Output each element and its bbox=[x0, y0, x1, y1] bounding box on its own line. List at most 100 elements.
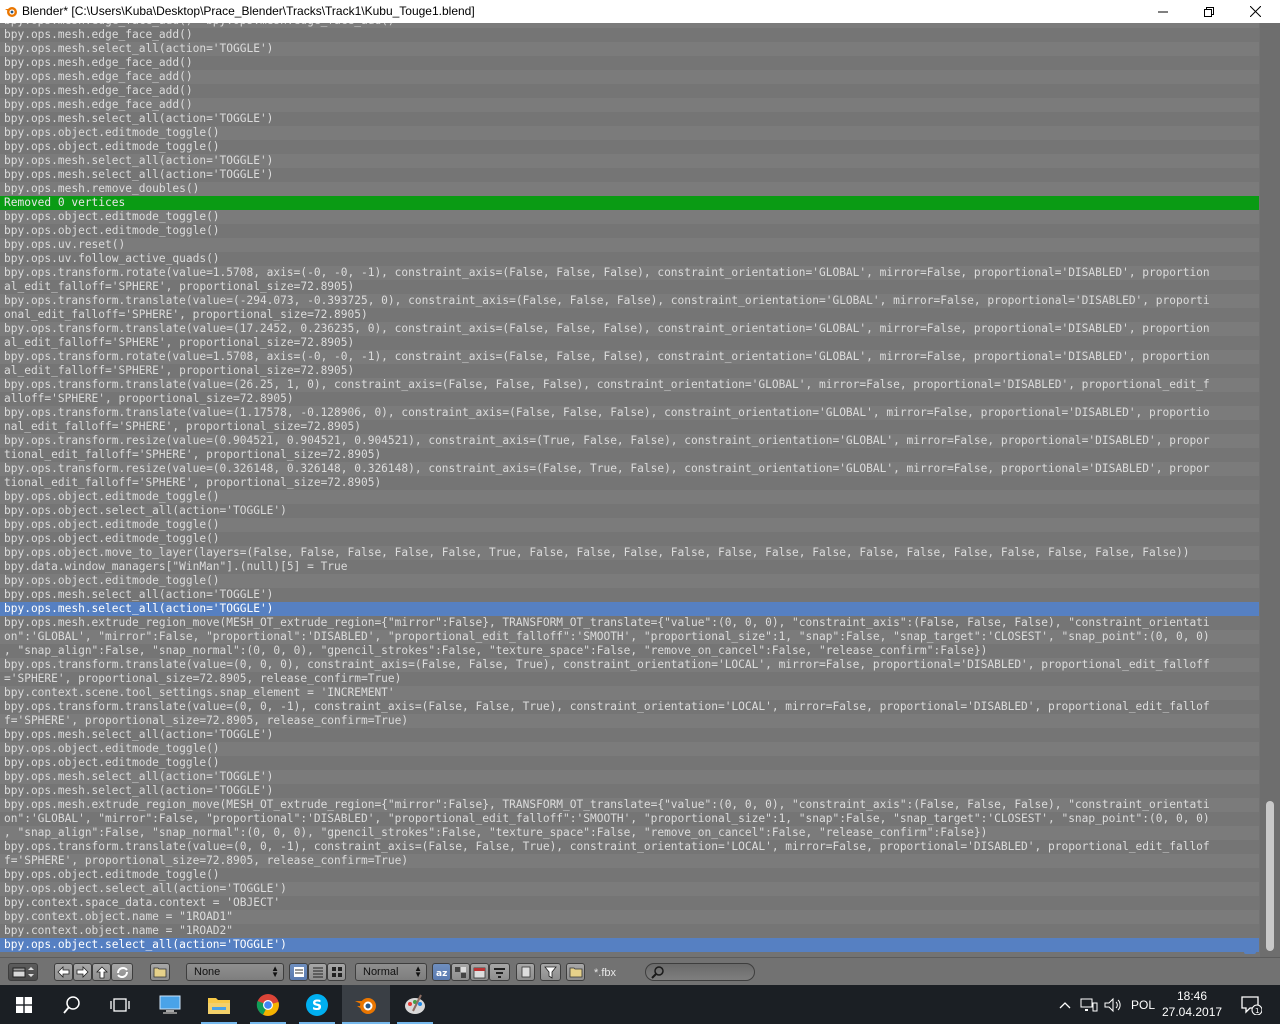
log-line[interactable]: bpy.ops.mesh.select_all(action='TOGGLE') bbox=[0, 42, 1259, 56]
filter-toggle-button[interactable] bbox=[540, 963, 561, 981]
taskbar-app-paint[interactable] bbox=[391, 985, 439, 1024]
language-indicator[interactable]: POL bbox=[1126, 985, 1160, 1024]
log-line[interactable]: bpy.ops.object.editmode_toggle() bbox=[0, 126, 1259, 140]
hide-dot-files-button[interactable] bbox=[516, 963, 535, 981]
log-line[interactable]: bpy.ops.transform.resize(value=(0.326148… bbox=[0, 462, 1259, 476]
log-line[interactable]: bpy.ops.object.editmode_toggle() bbox=[0, 224, 1259, 238]
log-line[interactable]: bpy.ops.object.editmode_toggle() bbox=[0, 574, 1259, 588]
log-line[interactable]: alloff='SPHERE', proportional_size=72.89… bbox=[0, 392, 1259, 406]
log-line[interactable]: bpy.ops.transform.translate(value=(1.175… bbox=[0, 406, 1259, 420]
start-button[interactable] bbox=[0, 985, 48, 1024]
log-line-selected[interactable]: bpy.ops.object.select_all(action='TOGGLE… bbox=[0, 938, 1259, 952]
log-line[interactable]: bpy.ops.mesh.extrude_region_move(MESH_OT… bbox=[0, 798, 1259, 812]
log-scrollbar[interactable] bbox=[1260, 23, 1280, 957]
log-line[interactable]: on":'GLOBAL', "mirror":False, "proportio… bbox=[0, 630, 1259, 644]
log-line[interactable]: onal_edit_falloff='SPHERE', proportional… bbox=[0, 308, 1259, 322]
back-button[interactable] bbox=[54, 963, 73, 981]
log-line[interactable]: bpy.ops.uv.follow_active_quads() bbox=[0, 252, 1259, 266]
log-line[interactable]: bpy.ops.mesh.edge_face_add() bbox=[0, 56, 1259, 70]
sort-extension-button[interactable] bbox=[451, 963, 470, 981]
refresh-button[interactable] bbox=[111, 963, 133, 981]
search-input[interactable] bbox=[645, 963, 755, 981]
log-line[interactable]: bpy.ops.mesh.select_all(action='TOGGLE') bbox=[0, 588, 1259, 602]
log-line[interactable]: bpy.ops.object.editmode_toggle() bbox=[0, 532, 1259, 546]
log-line[interactable]: bpy.ops.object.editmode_toggle() bbox=[0, 140, 1259, 154]
filter-type-select[interactable]: None ▲ ▼ bbox=[186, 963, 284, 981]
log-line[interactable]: bpy.ops.transform.translate(value=(0, 0,… bbox=[0, 658, 1259, 672]
log-line[interactable]: bpy.ops.mesh.edge_face_add() bbox=[0, 28, 1259, 42]
sort-alpha-button[interactable]: az bbox=[432, 963, 451, 981]
log-line[interactable]: bpy.ops.uv.reset() bbox=[0, 238, 1259, 252]
display-thumbnails-button[interactable] bbox=[327, 963, 346, 981]
new-directory-button[interactable] bbox=[150, 963, 170, 981]
log-line[interactable]: al_edit_falloff='SPHERE', proportional_s… bbox=[0, 280, 1259, 294]
log-line[interactable]: bpy.ops.mesh.select_all(action='TOGGLE') bbox=[0, 168, 1259, 182]
log-line[interactable]: f='SPHERE', proportional_size=72.8905, r… bbox=[0, 854, 1259, 868]
scrollbar-thumb[interactable] bbox=[1266, 801, 1274, 951]
log-line[interactable]: bpy.ops.object.editmode_toggle() bbox=[0, 210, 1259, 224]
log-line[interactable]: bpy.ops.object.select_all(action='TOGGLE… bbox=[0, 882, 1259, 896]
log-line[interactable]: bpy.ops.transform.translate(value=(17.24… bbox=[0, 322, 1259, 336]
search-taskbar-button[interactable] bbox=[48, 985, 96, 1024]
log-line[interactable]: bpy.ops.object.move_to_layer(layers=(Fal… bbox=[0, 546, 1259, 560]
log-line[interactable]: , "snap_align":False, "snap_normal":(0, … bbox=[0, 644, 1259, 658]
sort-time-button[interactable] bbox=[470, 963, 489, 981]
log-line[interactable]: bpy.ops.transform.rotate(value=1.5708, a… bbox=[0, 350, 1259, 364]
log-line[interactable]: bpy.ops.mesh.extrude_region_move(MESH_OT… bbox=[0, 616, 1259, 630]
log-line[interactable]: bpy.ops.mesh.edge_face_add() bbox=[0, 98, 1259, 112]
log-line[interactable]: bpy.ops.object.editmode_toggle() bbox=[0, 868, 1259, 882]
filter-folder-button[interactable] bbox=[566, 963, 585, 981]
log-line[interactable]: bpy.ops.object.editmode_toggle() bbox=[0, 518, 1259, 532]
log-line[interactable]: tional_edit_falloff='SPHERE', proportion… bbox=[0, 448, 1259, 462]
log-line[interactable]: ='SPHERE', proportional_size=72.8905, re… bbox=[0, 672, 1259, 686]
log-line[interactable]: bpy.ops.mesh.remove_doubles() bbox=[0, 182, 1259, 196]
log-line[interactable]: bpy.ops.transform.translate(value=(0, 0,… bbox=[0, 700, 1259, 714]
taskbar-clock[interactable]: 18:46 27.04.2017 bbox=[1162, 988, 1222, 1020]
parent-dir-button[interactable] bbox=[92, 963, 111, 981]
display-size-select[interactable]: Normal ▲ ▼ bbox=[355, 963, 427, 981]
close-button[interactable] bbox=[1232, 0, 1278, 23]
display-long-list-button[interactable] bbox=[308, 963, 327, 981]
log-line-selected[interactable]: bpy.ops.mesh.select_all(action='TOGGLE') bbox=[0, 602, 1259, 616]
log-line[interactable]: , "snap_align":False, "snap_normal":(0, … bbox=[0, 826, 1259, 840]
sort-size-button[interactable] bbox=[489, 963, 510, 981]
log-line[interactable]: bpy.ops.transform.translate(value=(-294.… bbox=[0, 294, 1259, 308]
network-tray-button[interactable] bbox=[1078, 985, 1100, 1024]
log-line[interactable]: bpy.ops.transform.translate(value=(0, 0,… bbox=[0, 840, 1259, 854]
info-log-area[interactable]: bpy.ops.mesh.edge_face_add() bpy.ops.mes… bbox=[0, 23, 1280, 957]
display-short-list-button[interactable] bbox=[289, 963, 308, 981]
log-info-line[interactable]: Removed 0 vertices bbox=[0, 196, 1259, 210]
action-center-button[interactable]: 1 bbox=[1234, 985, 1268, 1024]
log-line[interactable]: bpy.ops.transform.resize(value=(0.904521… bbox=[0, 434, 1259, 448]
log-line[interactable]: bpy.data.window_managers["WinMan"].(null… bbox=[0, 560, 1259, 574]
log-line[interactable]: nal_edit_falloff='SPHERE', proportional_… bbox=[0, 420, 1259, 434]
log-line[interactable]: on":'GLOBAL', "mirror":False, "proportio… bbox=[0, 812, 1259, 826]
forward-button[interactable] bbox=[73, 963, 92, 981]
task-view-button[interactable] bbox=[96, 985, 144, 1024]
volume-tray-button[interactable] bbox=[1102, 985, 1124, 1024]
log-line[interactable]: bpy.ops.mesh.edge_face_add() bbox=[0, 84, 1259, 98]
log-line[interactable]: al_edit_falloff='SPHERE', proportional_s… bbox=[0, 364, 1259, 378]
log-line[interactable]: bpy.ops.mesh.select_all(action='TOGGLE') bbox=[0, 728, 1259, 742]
log-line[interactable]: bpy.ops.object.editmode_toggle() bbox=[0, 742, 1259, 756]
log-line[interactable]: bpy.ops.mesh.select_all(action='TOGGLE') bbox=[0, 154, 1259, 168]
log-line[interactable]: tional_edit_falloff='SPHERE', proportion… bbox=[0, 476, 1259, 490]
log-line[interactable]: bpy.ops.transform.rotate(value=1.5708, a… bbox=[0, 266, 1259, 280]
filter-glob-text[interactable]: *.fbx bbox=[594, 967, 616, 979]
log-line[interactable]: bpy.ops.object.editmode_toggle() bbox=[0, 756, 1259, 770]
taskbar-app-chrome[interactable] bbox=[244, 985, 292, 1024]
log-line[interactable]: bpy.context.scene.tool_settings.snap_ele… bbox=[0, 686, 1259, 700]
log-line[interactable]: bpy.ops.object.editmode_toggle() bbox=[0, 490, 1259, 504]
log-line[interactable]: bpy.context.space_data.context = 'OBJECT… bbox=[0, 896, 1259, 910]
log-line[interactable]: bpy.ops.transform.translate(value=(26.25… bbox=[0, 378, 1259, 392]
log-line[interactable]: bpy.ops.object.select_all(action='TOGGLE… bbox=[0, 504, 1259, 518]
area-split-handle[interactable] bbox=[1244, 944, 1256, 954]
taskbar-app-blender[interactable] bbox=[342, 985, 390, 1024]
minimize-button[interactable] bbox=[1140, 0, 1186, 23]
log-line[interactable]: bpy.context.object.name = "1ROAD1" bbox=[0, 910, 1259, 924]
taskbar-app-computer[interactable] bbox=[146, 985, 194, 1024]
taskbar-app-skype[interactable]: S bbox=[293, 985, 341, 1024]
log-line[interactable]: f='SPHERE', proportional_size=72.8905, r… bbox=[0, 714, 1259, 728]
log-line[interactable]: al_edit_falloff='SPHERE', proportional_s… bbox=[0, 336, 1259, 350]
show-hidden-icons-button[interactable] bbox=[1055, 985, 1075, 1024]
